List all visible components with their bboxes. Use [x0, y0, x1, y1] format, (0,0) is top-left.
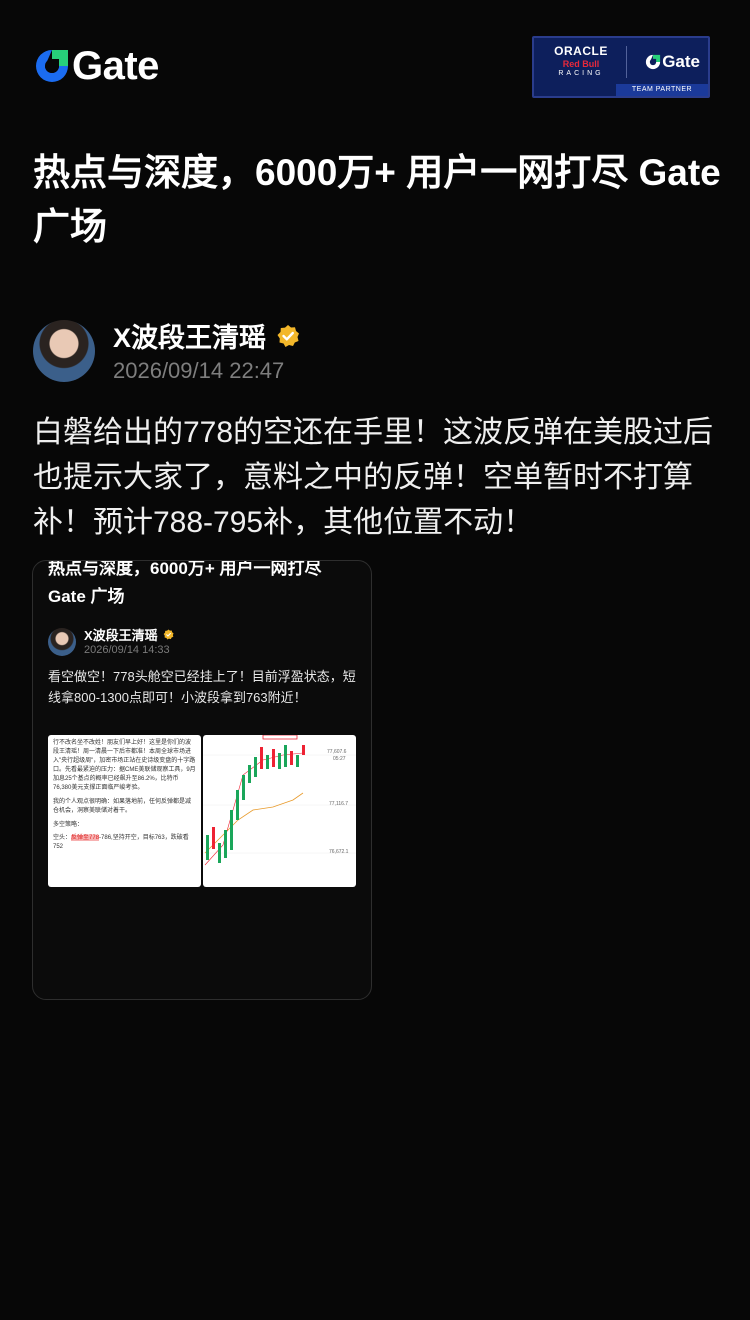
gate-logo: Gate: [34, 46, 159, 86]
embed-post-body: 看空做空！778头舱空已经挂上了！目前浮盈状态，短线拿800-1300点即可！小…: [48, 669, 356, 705]
badge-gate-text: Gate: [662, 52, 700, 71]
author-row[interactable]: X波段王清瑶: [113, 316, 300, 355]
badge-gate-logo: Gate: [645, 52, 700, 72]
author-name[interactable]: X波段王清瑶: [113, 316, 266, 355]
verified-badge-icon: [277, 324, 300, 347]
badge-divider: [626, 46, 627, 78]
author-avatar[interactable]: [33, 320, 95, 382]
chart-price-label-3: 76,672.1: [329, 849, 349, 855]
note-highlight: 反弹至778: [71, 835, 100, 841]
embed-timestamp: 2026/09/14 14:33: [84, 644, 170, 656]
oracle-text: ORACLE: [554, 44, 608, 58]
page-headline: 热点与深度，6000万+ 用户一网打尽 Gate 广场: [33, 152, 721, 247]
team-partner-badge: ORACLE Red Bull RACING Gate TEAM PARTNER: [532, 36, 710, 98]
embed-author-avatar: [48, 628, 76, 656]
gate-logo-icon: [36, 50, 68, 82]
embed-headline-line1: 热点与深度，6000万+ 用户一网打尽: [48, 560, 322, 578]
chart-time-label: 05:27: [333, 756, 346, 762]
embed-author-name: X波段王清瑶: [84, 628, 158, 643]
embedded-post-image[interactable]: 热点与深度，6000万+ 用户一网打尽 Gate 广场 X波段王清瑶 2026/…: [32, 560, 372, 1000]
note-paragraph-2: 我的个人观点很明确：如果落地前，任何反弹都是减仓机会，洞察美联储对着干。: [53, 799, 192, 814]
embed-headline: 热点与深度，6000万+ 用户一网打尽 Gate 广场: [48, 560, 322, 611]
post-body: 白磐给出的778的空还在手里！这波反弹在美股过后也提示大家了，意料之中的反弹！空…: [33, 416, 714, 539]
post-timestamp: 2026/09/14 22:47: [113, 358, 285, 383]
embed-image-pair: 行不改名坐不改姓！朋友们早上好！这里是你们的波段王清瑶！周一清晨一下后市都准！本…: [48, 735, 356, 887]
embed-author-row: X波段王清瑶: [84, 625, 174, 644]
logo-text: Gate: [72, 44, 159, 88]
racing-text: RACING: [558, 70, 604, 77]
embed-headline-line2: Gate 广场: [48, 587, 125, 606]
note-paragraph-1: 行不改名坐不改姓！朋友们早上好！这里是你们的波段王清瑶！周一清晨一下后市都准！本…: [53, 740, 196, 791]
embed-verified-icon: [163, 629, 174, 640]
note-prefix: 空头：: [53, 835, 72, 841]
embed-note-image: 行不改名坐不改姓！朋友们早上好！这里是你们的波段王清瑶！周一清晨一下后市都准！本…: [48, 735, 201, 887]
team-partner-label: TEAM PARTNER: [616, 84, 708, 96]
embed-candlestick-chart: 77,607.6 05:27 77,116.7 76,672.1: [203, 735, 356, 887]
redbull-text: Red Bull: [562, 59, 600, 69]
note-paragraph-3: 多空策略：: [53, 822, 84, 828]
oracle-redbull-logo: ORACLE Red Bull RACING: [542, 44, 620, 77]
note-strategy: 空头：反弹至778-786,坚持开空，目标763，跌破看752: [53, 834, 196, 852]
chart-price-label-1: 77,607.6: [327, 749, 347, 755]
gate-small-icon: [646, 54, 661, 70]
chart-price-label-2: 77,116.7: [329, 801, 349, 807]
